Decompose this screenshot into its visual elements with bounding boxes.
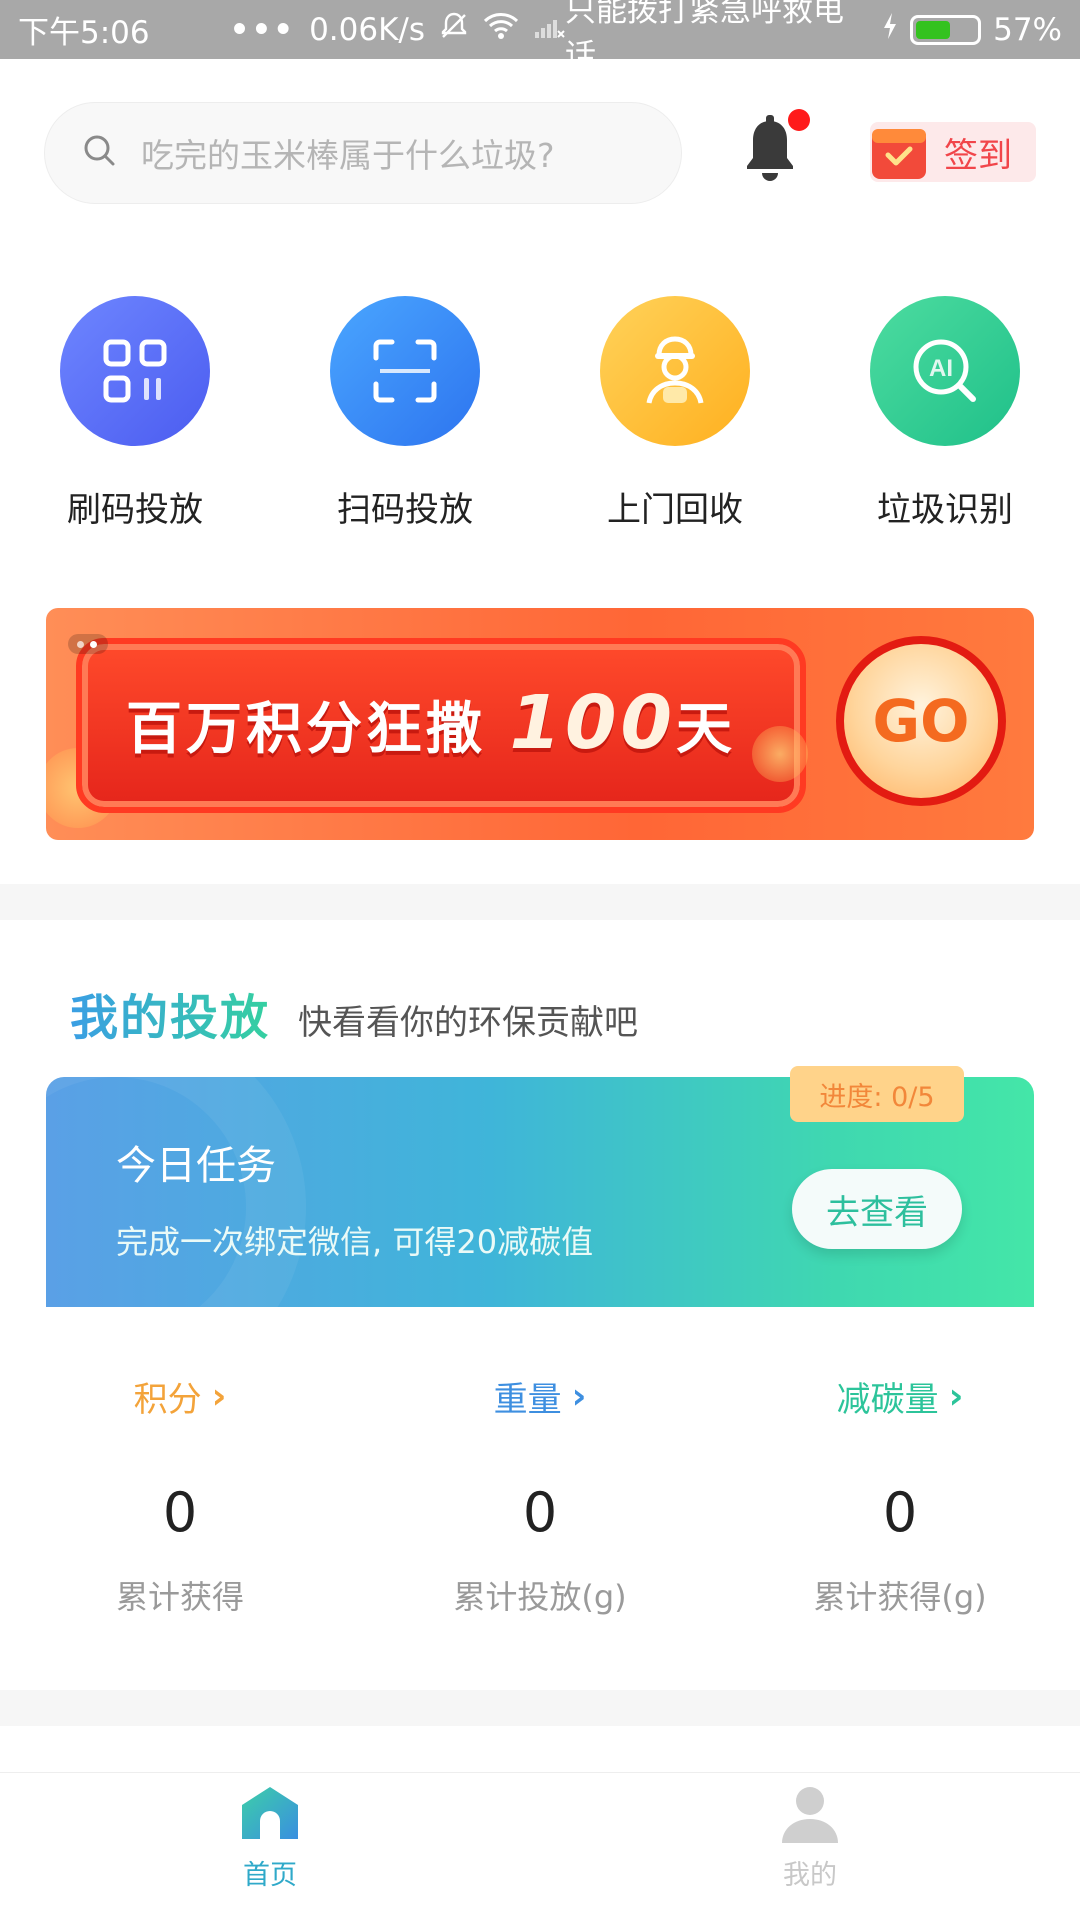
wifi-icon bbox=[483, 12, 519, 48]
task-description: 完成一次绑定微信, 可得20减碳值 bbox=[116, 1223, 594, 1261]
stat-header: 重量 › bbox=[410, 1372, 670, 1421]
chevron-right-icon: › bbox=[948, 1376, 964, 1417]
action-label: 刷码投放 bbox=[67, 490, 203, 530]
notification-dot bbox=[788, 109, 810, 131]
task-progress-badge: 进度: 0/5 bbox=[790, 1066, 964, 1122]
stat-caption: 累计获得 bbox=[115, 1578, 244, 1616]
charging-icon bbox=[882, 12, 898, 48]
status-time: 下午5:06 bbox=[18, 15, 150, 51]
stat-weight[interactable]: 重量 › 0 累计投放(g) bbox=[410, 1372, 670, 1618]
action-card-code-deposit[interactable]: 刷码投放 bbox=[35, 296, 235, 531]
calendar-check-icon bbox=[870, 123, 928, 181]
search-icon bbox=[83, 134, 117, 172]
net-speed: 0.06K/s bbox=[309, 11, 426, 48]
banner-page-indicator bbox=[68, 634, 108, 654]
stat-header: 积分 › bbox=[50, 1372, 310, 1421]
action-card-door-recycle[interactable]: 上门回收 bbox=[575, 296, 775, 531]
battery-percent: 57% bbox=[993, 11, 1062, 48]
section-subtitle: 快看看你的环保贡献吧 bbox=[298, 1003, 639, 1043]
stat-caption: 累计投放(g) bbox=[453, 1578, 627, 1616]
chevron-right-icon: › bbox=[571, 1376, 587, 1417]
courier-icon bbox=[600, 296, 750, 446]
stat-points[interactable]: 积分 › 0 累计获得 bbox=[50, 1372, 310, 1618]
nav-label: 我的 bbox=[783, 1860, 837, 1891]
banner-text: 百万积分狂撒 100天 bbox=[126, 680, 736, 766]
stat-value: 0 bbox=[882, 1481, 918, 1544]
action-label: 上门回收 bbox=[607, 490, 743, 530]
stat-carbon[interactable]: 减碳量 › 0 累计获得(g) bbox=[770, 1372, 1030, 1618]
mute-bell-icon bbox=[439, 11, 469, 49]
signin-label: 签到 bbox=[944, 135, 1012, 176]
stat-caption: 累计获得(g) bbox=[813, 1578, 987, 1616]
qr-code-icon bbox=[60, 296, 210, 446]
task-title: 今日任务 bbox=[116, 1143, 276, 1189]
view-task-button[interactable]: 去查看 bbox=[792, 1169, 962, 1249]
carrier-note: 只能拨打紧急呼救电话 bbox=[565, 0, 845, 74]
section-divider bbox=[0, 1690, 1080, 1726]
more-dots-icon: ••• bbox=[229, 11, 296, 48]
stats-row: 积分 › 0 累计获得 重量 › 0 累计投放(g) 减碳量 › 0 累计获得(… bbox=[0, 1372, 1080, 1632]
action-card-scan-deposit[interactable]: 扫码投放 bbox=[305, 296, 505, 531]
section-title: 我的投放 bbox=[70, 978, 270, 1048]
section-header: 我的投放 快看看你的环保贡献吧 bbox=[70, 978, 638, 1048]
search-placeholder: 吃完的玉米棒属于什么垃圾? bbox=[141, 136, 555, 175]
nav-profile[interactable]: 我的 bbox=[710, 1783, 910, 1892]
stat-label: 减碳量 bbox=[836, 1380, 939, 1420]
promo-banner[interactable]: 百万积分狂撒 100天 GO bbox=[46, 608, 1034, 840]
nav-label: 首页 bbox=[243, 1860, 297, 1891]
no-signal-icon bbox=[533, 12, 565, 48]
quick-actions: 刷码投放 扫码投放 上门回收 AI 垃圾识别 bbox=[0, 296, 1080, 536]
stat-value: 0 bbox=[162, 1481, 198, 1544]
stat-label: 积分 bbox=[133, 1380, 202, 1420]
svg-text:AI: AI bbox=[929, 355, 953, 382]
scan-icon bbox=[330, 296, 480, 446]
chevron-right-icon: › bbox=[211, 1376, 227, 1417]
profile-icon bbox=[782, 1787, 838, 1843]
action-label: 垃圾识别 bbox=[877, 490, 1013, 530]
status-bar: 下午5:06 ••• 0.06K/s 只能拨打紧急呼救电话 57% bbox=[0, 0, 1080, 74]
signin-button[interactable]: 签到 bbox=[870, 122, 1036, 182]
bottom-nav: 首页 我的 bbox=[0, 1772, 1080, 1920]
stat-label: 重量 bbox=[493, 1380, 562, 1420]
search-bar[interactable]: 吃完的玉米棒属于什么垃圾? bbox=[44, 102, 682, 204]
action-label: 扫码投放 bbox=[337, 490, 473, 530]
stat-header: 减碳量 › bbox=[770, 1372, 1030, 1421]
nav-home[interactable]: 首页 bbox=[170, 1783, 370, 1892]
section-divider bbox=[0, 884, 1080, 920]
ai-search-icon: AI bbox=[870, 296, 1020, 446]
banner-go-button[interactable]: GO bbox=[836, 636, 1006, 806]
battery-icon bbox=[910, 14, 982, 45]
stat-value: 0 bbox=[522, 1481, 558, 1544]
home-icon bbox=[242, 1787, 298, 1839]
action-card-garbage-identify[interactable]: AI 垃圾识别 bbox=[845, 296, 1045, 531]
notification-button[interactable] bbox=[740, 109, 810, 187]
